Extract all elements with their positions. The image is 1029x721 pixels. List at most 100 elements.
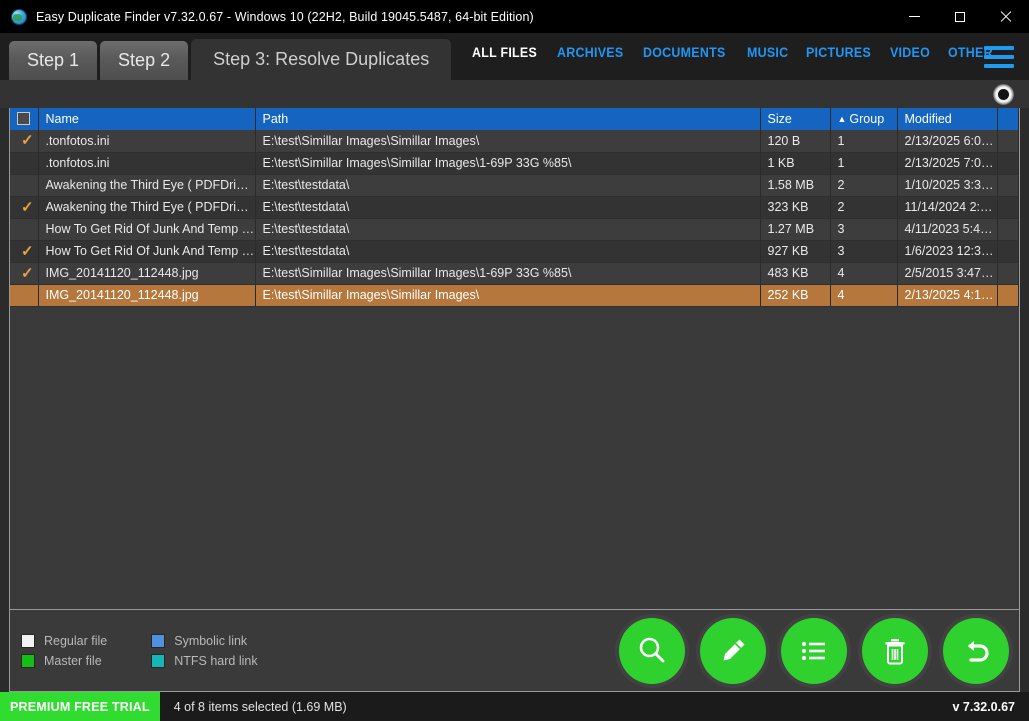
premium-trial-badge[interactable]: PREMIUM FREE TRIAL (0, 692, 160, 721)
select-all-checkbox[interactable] (17, 112, 31, 126)
step-tabs: Step 1 Step 2 Step 3: Resolve Duplicates (0, 33, 454, 80)
tab-step-1[interactable]: Step 1 (9, 41, 98, 80)
column-header-size[interactable]: Size (760, 108, 831, 130)
step-and-filter-bar: Step 1 Step 2 Step 3: Resolve Duplicates… (0, 33, 1029, 80)
cell-name: IMG_20141120_112448.jpg (38, 284, 256, 307)
title-bar: Easy Duplicate Finder v7.32.0.67 - Windo… (0, 0, 1029, 33)
row-checkbox[interactable]: ✓ (10, 284, 39, 307)
table-row[interactable]: ✓.tonfotos.iniE:\test\Simillar Images\Si… (10, 130, 1019, 153)
row-checkbox[interactable]: ✓ (10, 130, 39, 153)
tab-step-3-label: Step 3: Resolve Duplicates (213, 49, 430, 69)
legend-label-symbolic-link: Symbolic link (174, 633, 248, 648)
checkmark-icon: ✓ (20, 198, 34, 216)
cell-size: 252 KB (760, 284, 831, 307)
checkmark-icon: ✓ (20, 132, 34, 150)
table-row[interactable]: ✓IMG_20141120_112448.jpgE:\test\Simillar… (10, 284, 1019, 307)
column-header-name[interactable]: Name (38, 108, 256, 130)
legend-swatch-master-file (21, 653, 35, 668)
cell-name: IMG_20141120_112448.jpg (38, 262, 256, 285)
table-row[interactable]: ✓.tonfotos.iniE:\test\Simillar Images\Si… (10, 152, 1019, 175)
cell-modified: 2/13/2025 4:14:39... (897, 284, 998, 307)
cell-modified: 2/13/2025 7:08:33... (897, 152, 998, 175)
window-title: Easy Duplicate Finder v7.32.0.67 - Windo… (36, 9, 534, 24)
row-checkbox[interactable]: ✓ (10, 196, 39, 219)
undo-button[interactable] (943, 617, 1009, 684)
row-checkbox[interactable]: ✓ (10, 240, 39, 263)
cell-size: 120 B (760, 130, 831, 153)
column-header-path[interactable]: Path (255, 108, 761, 130)
legend-item-symbolic-link: Symbolic link (151, 633, 257, 648)
legend-label-regular-file: Regular file (44, 633, 108, 648)
cell-modified: 1/10/2025 3:33:59... (897, 174, 998, 197)
eye-toggle-icon[interactable] (990, 83, 1016, 105)
cell-path: E:\test\Simillar Images\Simillar Images\ (255, 284, 761, 307)
column-header-group[interactable]: ▲ Group (830, 108, 898, 130)
cell-modified: 4/11/2023 5:45:51... (897, 218, 998, 241)
table-row[interactable]: ✓How To Get Rid Of Junk And Temp Fil...E… (10, 218, 1019, 241)
pencil-icon (723, 639, 745, 660)
cell-path: E:\test\testdata\ (255, 218, 761, 241)
cell-group: 3 (830, 240, 898, 263)
tab-step-2[interactable]: Step 2 (100, 41, 189, 80)
close-icon (1000, 11, 1012, 23)
cell-size: 1 KB (760, 152, 831, 175)
table-row[interactable]: ✓How To Get Rid Of Junk And Temp Fil...E… (10, 240, 1019, 263)
legend-item-ntfs-hard-link: NTFS hard link (151, 653, 258, 668)
cell-spacer (997, 240, 1019, 263)
filter-all-files[interactable]: ALL FILES (472, 45, 537, 60)
cell-spacer (997, 196, 1019, 219)
close-button[interactable] (983, 0, 1029, 33)
window-controls (891, 0, 1029, 33)
row-checkbox[interactable]: ✓ (10, 174, 39, 197)
search-icon (639, 637, 665, 662)
cell-size: 483 KB (760, 262, 831, 285)
column-header-modified[interactable]: Modified (897, 108, 998, 130)
cell-spacer (997, 174, 1019, 197)
column-header-select-all[interactable] (10, 108, 39, 130)
row-checkbox[interactable]: ✓ (10, 218, 39, 241)
maximize-button[interactable] (937, 0, 983, 33)
view-options-bar (0, 80, 1029, 108)
cell-spacer (997, 130, 1019, 153)
filter-video[interactable]: VIDEO (890, 45, 930, 60)
cell-modified: 2/5/2015 3:47:55... (897, 262, 998, 285)
app-globe-icon (11, 8, 27, 25)
delete-button[interactable] (862, 617, 928, 684)
sort-ascending-icon: ▲ (837, 114, 847, 124)
filter-pictures[interactable]: PICTURES (806, 45, 871, 60)
legend-item-master-file: Master file (21, 653, 107, 668)
undo-icon (968, 640, 989, 662)
table-row[interactable]: ✓Awakening the Third Eye ( PDFDrive )...… (10, 196, 1019, 219)
version-label: v 7.32.0.67 (952, 699, 1015, 714)
table-row[interactable]: ✓IMG_20141120_112448.jpgE:\test\Simillar… (10, 262, 1019, 285)
filter-archives[interactable]: ARCHIVES (557, 45, 623, 60)
table-row[interactable]: ✓Awakening the Third Eye ( PDFDrive )...… (10, 174, 1019, 197)
search-button[interactable] (619, 617, 685, 684)
filter-music[interactable]: MUSIC (747, 45, 788, 60)
cell-path: E:\test\Simillar Images\Simillar Images\… (255, 262, 761, 285)
cell-spacer (997, 218, 1019, 241)
cell-path: E:\test\Simillar Images\Simillar Images\… (255, 152, 761, 175)
cell-modified: 2/13/2025 6:01:55... (897, 130, 998, 153)
cell-group: 4 (830, 262, 898, 285)
tab-step-3[interactable]: Step 3: Resolve Duplicates (191, 39, 452, 80)
filter-documents[interactable]: DOCUMENTS (643, 45, 726, 60)
action-buttons (619, 617, 1009, 684)
minimize-button[interactable] (891, 0, 937, 33)
legend-swatch-ntfs-hard-link (151, 653, 166, 668)
cell-group: 3 (830, 218, 898, 241)
file-type-legend: Regular file Master file Symbolic link N… (10, 633, 258, 668)
table-body: ✓ .tonfotos.ini E:\test\Simillar Images\Si… (10, 130, 1019, 307)
cell-group: 2 (830, 174, 898, 197)
cell-size: 1.58 MB (760, 174, 831, 197)
cell-name: Awakening the Third Eye ( PDFDrive )... (38, 196, 256, 219)
row-checkbox[interactable]: ✓ (10, 262, 39, 285)
hamburger-menu-icon[interactable] (984, 46, 1014, 68)
cell-path: E:\test\Simillar Images\Simillar Images\ (255, 130, 761, 153)
cell-name: .tonfotos.ini (38, 130, 256, 153)
list-button[interactable] (781, 617, 847, 684)
cell-group: 2 (830, 196, 898, 219)
rename-button[interactable] (700, 617, 766, 684)
row-checkbox[interactable]: ✓ (10, 152, 39, 175)
selection-status-text: 4 of 8 items selected (1.69 MB) (173, 699, 347, 714)
